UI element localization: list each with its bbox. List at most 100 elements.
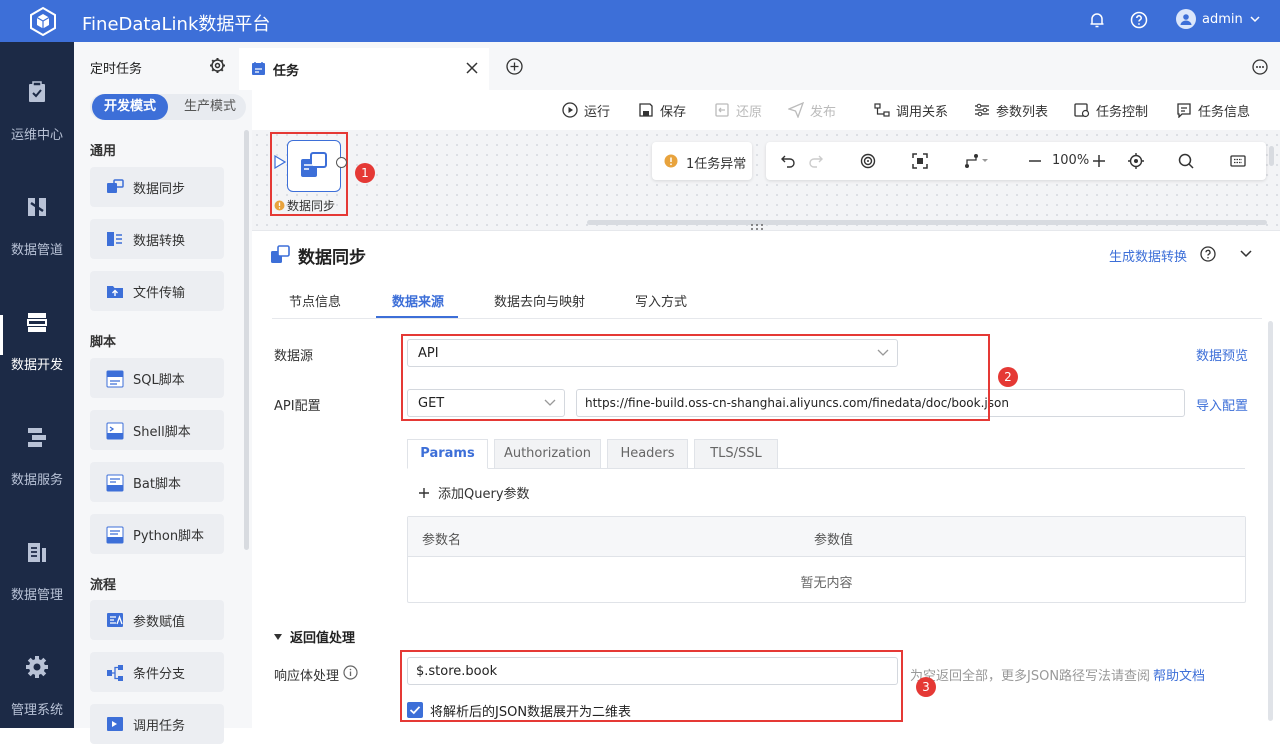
help-icon[interactable] [1200,246,1216,262]
more-icon[interactable] [1252,59,1268,75]
redo-icon[interactable] [808,153,824,169]
detail-tabs: 节点信息 数据来源 数据去向与映射 写入方式 [272,283,1262,319]
request-tabs: Params Authorization Headers TLS/SSL [407,439,1245,469]
help-doc-link[interactable]: 帮助文档 [1153,665,1205,684]
pipeline-icon [25,195,49,219]
undo-icon[interactable] [780,153,796,169]
dev-mode-button[interactable]: 开发模式 [92,94,168,120]
help-icon[interactable] [1130,11,1148,29]
fingerprint-icon[interactable] [860,153,876,169]
task-info-button[interactable]: 任务信息 [1176,98,1250,122]
annotation-box-3 [400,650,903,722]
tool-label: Shell脚本 [133,425,191,440]
prod-mode-button[interactable]: 生产模式 [178,94,242,120]
bell-icon[interactable] [1088,11,1106,29]
call-task-icon [106,716,124,732]
node-output-port[interactable] [336,157,347,168]
tab-headers[interactable]: Headers [607,439,688,469]
json-path-hint: 为空返回全部，更多JSON路径写法请查阅 [910,669,1151,684]
nav-item-admin-system[interactable]: 管理系统 [0,617,74,732]
data-preview-link[interactable]: 数据预览 [1196,345,1248,364]
tab-node-info[interactable]: 节点信息 [289,291,341,310]
play-icon [562,102,578,118]
restore-button[interactable]: 还原 [714,98,762,122]
tab-task[interactable]: 任务 [239,48,489,90]
tool-call-task[interactable]: 调用任务 [90,704,224,744]
section-general: 通用 [90,144,117,159]
tool-data-sync[interactable]: 数据同步 [90,167,224,207]
tool-python-script[interactable]: Python脚本 [90,514,224,554]
save-button[interactable]: 保存 [638,98,686,122]
canvas-vscrollbar[interactable] [1269,146,1274,166]
task-control-button[interactable]: 任务控制 [1074,98,1148,122]
bat-file-icon [106,474,124,492]
task-tab-icon [251,61,266,76]
call-relation-button[interactable]: 调用关系 [874,98,948,122]
layout-icon[interactable] [964,153,990,169]
tab-tls-ssl[interactable]: TLS/SSL [694,439,778,469]
empty-state: 暂无内容 [800,576,853,591]
collapse-chevron-icon[interactable] [1239,249,1253,259]
error-indicator[interactable]: 1任务异常 [652,142,752,180]
tool-shell-script[interactable]: Shell脚本 [90,410,224,450]
nav-label: 数据服务 [10,473,63,488]
publish-button[interactable]: 发布 [788,98,836,122]
data-transform-icon [106,231,124,247]
nav-item-data-service[interactable]: 数据服务 [0,387,74,502]
keyboard-icon[interactable] [1230,153,1246,169]
tool-condition-branch[interactable]: 条件分支 [90,652,224,692]
run-button[interactable]: 运行 [562,98,610,122]
zoom-level: 100% [1052,153,1090,168]
generate-transform-link[interactable]: 生成数据转换 [1109,246,1187,265]
fit-screen-icon[interactable] [912,153,928,169]
import-config-link[interactable]: 导入配置 [1196,395,1248,414]
settings-gear-icon[interactable] [209,57,226,74]
zoom-in-icon[interactable] [1092,153,1106,169]
info-icon[interactable] [343,665,358,680]
tool-sql-script[interactable]: SQL脚本 [90,358,224,398]
branch-icon [106,664,124,682]
data-sync-node[interactable] [287,140,341,192]
task-canvas[interactable]: 数据同步 1 1任务异常 100% [252,130,1280,230]
restore-icon [714,102,730,118]
node-input-port-icon [274,155,286,169]
gear-icon [25,655,49,679]
warning-icon [664,154,678,168]
tool-label: 条件分支 [133,667,186,682]
locate-icon[interactable] [1128,153,1144,169]
tab-params[interactable]: Params [407,439,488,469]
nav-item-data-manage[interactable]: 数据管理 [0,502,74,617]
relation-icon [874,102,890,118]
user-menu[interactable]: admin [1176,9,1261,29]
tab-label: 任务 [273,64,300,79]
tool-file-transfer[interactable]: 文件传输 [90,271,224,311]
add-query-button[interactable]: 添加Query参数 [418,483,530,502]
tab-data-source[interactable]: 数据来源 [392,291,444,310]
node-label: 数据同步 [274,197,335,214]
nav-item-ops-center[interactable]: 运维中心 [0,42,74,157]
tool-bat-script[interactable]: Bat脚本 [90,462,224,502]
add-tab-icon[interactable] [506,58,523,75]
canvas-hscrollbar[interactable] [587,220,1267,225]
tool-param-assign[interactable]: 参数赋值 [90,600,224,640]
panel-scrollbar[interactable] [244,130,249,550]
tab-authorization[interactable]: Authorization [494,439,601,469]
close-icon[interactable] [466,62,478,74]
tab-data-destination[interactable]: 数据去向与映射 [494,291,585,310]
response-label: 响应体处理 [274,669,340,684]
param-list-button[interactable]: 参数列表 [974,98,1048,122]
save-icon [638,102,654,118]
detail-scrollbar[interactable] [1268,321,1273,721]
python-file-icon [106,526,124,544]
tool-label: 数据同步 [133,182,186,197]
params-table: 参数名 参数值 暂无内容 [407,516,1246,603]
zoom-out-icon[interactable] [1028,153,1042,169]
data-sync-icon [270,245,290,265]
tool-data-transform[interactable]: 数据转换 [90,219,224,259]
search-icon[interactable] [1178,153,1194,169]
nav-item-data-dev[interactable]: 数据开发 [0,272,74,387]
nav-item-data-pipeline[interactable]: 数据管道 [0,157,74,272]
info-doc-icon [1176,102,1192,118]
return-section-toggle[interactable]: 返回值处理 [274,627,355,646]
tab-write-mode[interactable]: 写入方式 [635,291,687,310]
